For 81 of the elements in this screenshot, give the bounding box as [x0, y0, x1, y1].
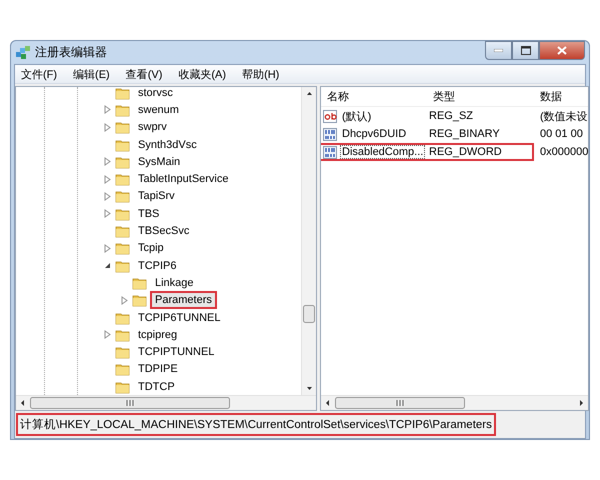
- tree-item[interactable]: TDPIPE: [133, 360, 183, 378]
- tree-item[interactable]: Synth3dVsc: [133, 136, 202, 154]
- horizontal-scrollbar[interactable]: [16, 395, 316, 410]
- column-header[interactable]: 类型: [427, 89, 534, 104]
- folder-icon: [115, 102, 130, 117]
- folder-icon: [115, 206, 130, 221]
- value-data: 0x000000: [539, 146, 588, 158]
- folder-icon: [115, 224, 130, 238]
- menu-item[interactable]: 文件(F): [15, 66, 64, 82]
- expand-icon[interactable]: [104, 209, 110, 218]
- minimize-button[interactable]: [485, 41, 512, 60]
- folder-icon: [115, 258, 130, 273]
- tree-item[interactable]: Parameters: [150, 291, 217, 310]
- horizontal-scrollbar[interactable]: [321, 395, 588, 410]
- binary-value-icon: [323, 146, 337, 158]
- tree-item[interactable]: swprv: [133, 118, 172, 136]
- folder-icon: [115, 380, 130, 394]
- tree-item[interactable]: swenum: [133, 100, 184, 119]
- expand-icon[interactable]: [104, 244, 110, 253]
- tree-item[interactable]: TCPIPTUNNEL: [133, 343, 220, 362]
- tree-item[interactable]: TBS: [133, 204, 164, 223]
- value-data: 00 01 00: [539, 128, 583, 140]
- string-value-icon: [323, 110, 337, 122]
- scroll-thumb[interactable]: [303, 305, 315, 323]
- folder-icon: [132, 276, 147, 290]
- tree-item[interactable]: Linkage: [150, 274, 199, 292]
- folder-icon: [115, 138, 130, 152]
- status-path: 计算机\HKEY_LOCAL_MACHINE\SYSTEM\CurrentControlSet\services\TCPIP6\Parameters: [16, 413, 496, 436]
- expand-icon[interactable]: [104, 122, 110, 132]
- folder-icon: [115, 189, 130, 204]
- folder-icon: [115, 310, 130, 324]
- folder-icon: [115, 362, 130, 376]
- value-name[interactable]: DisabledComp...: [340, 145, 426, 159]
- vertical-scrollbar[interactable]: [301, 87, 316, 395]
- folder-icon: [115, 241, 130, 256]
- folder-icon: [115, 345, 130, 360]
- menu-item[interactable]: 编辑(E): [67, 66, 116, 82]
- value-type: REG_SZ: [428, 110, 474, 122]
- expand-icon[interactable]: [104, 330, 110, 340]
- close-icon: [557, 46, 567, 55]
- maximize-icon: [520, 46, 530, 55]
- tree-item[interactable]: TabletInputService: [133, 170, 234, 188]
- expand-icon[interactable]: [104, 105, 110, 114]
- registry-editor-icon: [15, 44, 31, 60]
- maximize-button[interactable]: [512, 41, 539, 60]
- folder-icon: [115, 87, 130, 100]
- tree-item[interactable]: Tcpip: [133, 239, 169, 258]
- menu-item[interactable]: 收藏夹(A): [172, 66, 232, 82]
- folder-icon: [115, 328, 130, 342]
- expand-icon[interactable]: [104, 192, 110, 201]
- close-button[interactable]: [539, 41, 585, 60]
- minimize-icon: [494, 49, 503, 52]
- tree-item[interactable]: tcpipreg: [133, 326, 182, 344]
- expand-icon[interactable]: [104, 157, 110, 166]
- value-type: REG_DWORD: [428, 146, 503, 158]
- tree-item[interactable]: TapiSrv: [133, 187, 180, 206]
- value-name[interactable]: Dhcpv6DUID: [340, 127, 408, 141]
- scroll-thumb[interactable]: [335, 397, 465, 409]
- tree-item[interactable]: storvsc: [133, 87, 178, 102]
- column-header[interactable]: 名称: [321, 89, 427, 104]
- folder-icon: [132, 293, 147, 308]
- tree-item[interactable]: TDTCP: [133, 378, 180, 395]
- tree-item[interactable]: TCPIP6TUNNEL: [133, 308, 226, 327]
- value-name[interactable]: (默认): [340, 108, 374, 124]
- tree-item[interactable]: TCPIP6: [133, 256, 182, 275]
- tree-item[interactable]: TBSecSvc: [133, 222, 194, 240]
- column-header[interactable]: 数据: [534, 89, 588, 104]
- tree-item[interactable]: SysMain: [133, 152, 186, 171]
- expand-icon[interactable]: [120, 296, 128, 305]
- folder-icon: [115, 154, 130, 169]
- value-data: (数值未设: [539, 110, 588, 124]
- folder-icon: [115, 172, 130, 186]
- menu-item[interactable]: 查看(V): [120, 66, 168, 82]
- menu-item[interactable]: 帮助(H): [236, 66, 286, 82]
- value-type: REG_BINARY: [428, 128, 501, 140]
- binary-value-icon: [323, 128, 337, 140]
- expand-icon[interactable]: [104, 174, 110, 184]
- folder-icon: [115, 120, 130, 134]
- scroll-thumb[interactable]: [30, 397, 230, 409]
- collapse-icon[interactable]: [104, 262, 110, 270]
- window-title: 注册表编辑器: [35, 44, 107, 61]
